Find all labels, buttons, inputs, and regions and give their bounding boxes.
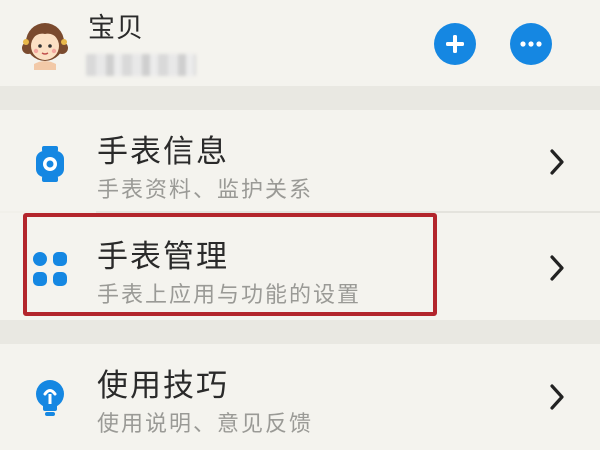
menu-item-title: 使用技巧: [97, 368, 229, 404]
chevron-right-icon: [550, 255, 564, 281]
menu-item-usage-tips[interactable]: 使用技巧 使用说明、意见反馈: [0, 344, 600, 450]
chevron-right-icon: [550, 149, 564, 175]
more-dots-icon: [520, 41, 542, 47]
apps-grid-icon: [33, 252, 67, 286]
menu-item-subtitle: 手表资料、监护关系: [97, 178, 314, 203]
menu-item-watch-info[interactable]: 手表信息 手表资料、监护关系: [0, 110, 600, 211]
watch-icon: [36, 146, 64, 182]
profile-card[interactable]: 宝贝: [0, 0, 600, 86]
lightbulb-icon: [36, 380, 64, 416]
section-gap: [0, 86, 600, 110]
plus-icon: [446, 35, 464, 53]
section-gap: [0, 320, 600, 344]
watch-settings-screen: 宝贝 手表信息 手表资料、监护关系 手表管理 手表上应用与功能的设置 使用技巧 …: [0, 0, 600, 450]
menu-item-subtitle: 使用说明、意见反馈: [97, 412, 314, 437]
menu-item-watch-management[interactable]: 手表管理 手表上应用与功能的设置: [0, 213, 600, 320]
child-avatar-icon: [22, 23, 68, 70]
add-button[interactable]: [434, 23, 476, 65]
menu-item-subtitle: 手表上应用与功能的设置: [97, 283, 362, 308]
more-button[interactable]: [510, 23, 552, 65]
chevron-right-icon: [550, 384, 564, 410]
blurred-account-id: [86, 54, 196, 76]
menu-item-title: 手表信息: [97, 134, 229, 170]
profile-name: 宝贝: [88, 13, 144, 44]
menu-item-title: 手表管理: [97, 239, 229, 275]
